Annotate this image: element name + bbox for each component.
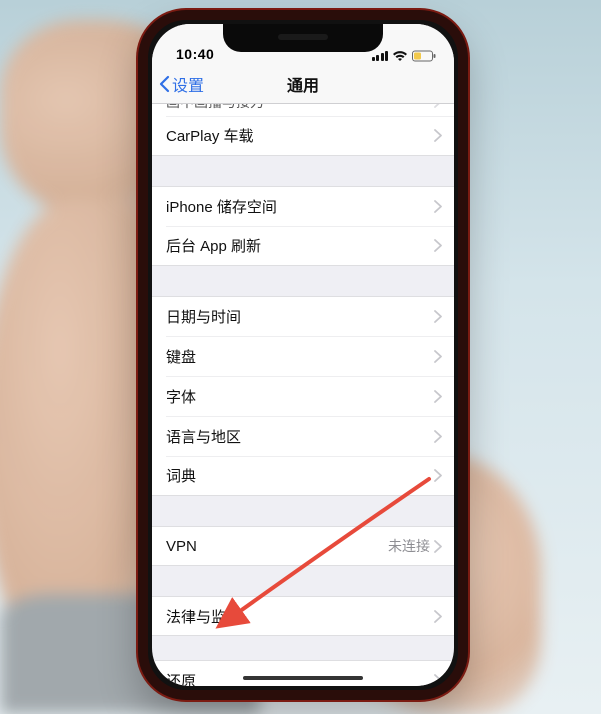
settings-row-background-refresh[interactable]: 后台 App 刷新 xyxy=(152,226,454,266)
settings-row-label: 语言与地区 xyxy=(166,426,434,447)
chevron-right-icon xyxy=(434,430,442,443)
settings-row-label: 键盘 xyxy=(166,346,434,367)
settings-row-label: 词典 xyxy=(166,465,434,486)
wifi-icon xyxy=(392,50,408,62)
settings-row-label: 法律与监管 xyxy=(166,606,434,627)
chevron-right-icon xyxy=(434,200,442,213)
chevron-right-icon xyxy=(434,610,442,623)
settings-row-carplay[interactable]: CarPlay 车载 xyxy=(152,116,454,156)
status-time: 10:40 xyxy=(176,46,214,62)
settings-row-vpn[interactable]: VPN 未连接 xyxy=(152,526,454,566)
settings-group: 法律与监管 xyxy=(152,596,454,636)
settings-row-storage[interactable]: iPhone 储存空间 xyxy=(152,186,454,226)
notch xyxy=(223,24,383,52)
chevron-right-icon xyxy=(434,104,442,108)
settings-group: VPN 未连接 xyxy=(152,526,454,566)
battery-icon xyxy=(412,50,436,62)
home-indicator xyxy=(243,676,363,680)
settings-row-dictionary[interactable]: 词典 xyxy=(152,456,454,496)
chevron-right-icon xyxy=(434,469,442,482)
chevron-left-icon xyxy=(158,75,170,93)
settings-row-label: 后台 App 刷新 xyxy=(166,235,434,256)
settings-row-label: 日期与时间 xyxy=(166,306,434,327)
settings-row-keyboard[interactable]: 键盘 xyxy=(152,336,454,376)
nav-bar: 设置 通用 xyxy=(152,64,454,104)
settings-row-date-time[interactable]: 日期与时间 xyxy=(152,296,454,336)
chevron-right-icon xyxy=(434,350,442,363)
chevron-right-icon xyxy=(434,390,442,403)
settings-row-label: 字体 xyxy=(166,386,434,407)
back-button[interactable]: 设置 xyxy=(158,64,204,103)
phone-screen: 10:40 xyxy=(152,24,454,686)
settings-row-label: 画中画播与接力 xyxy=(166,104,434,112)
chevron-right-icon xyxy=(434,239,442,252)
chevron-right-icon xyxy=(434,674,442,686)
phone-device-frame: 10:40 xyxy=(138,10,468,700)
settings-row-language-region[interactable]: 语言与地区 xyxy=(152,416,454,456)
settings-row-label: CarPlay 车载 xyxy=(166,125,434,146)
settings-group: 还原 关机 xyxy=(152,660,454,686)
settings-row-value: 未连接 xyxy=(388,536,430,556)
chevron-right-icon xyxy=(434,129,442,142)
cellular-signal-icon xyxy=(372,51,389,61)
settings-row-reset[interactable]: 还原 xyxy=(152,660,454,686)
settings-group: 日期与时间 键盘 字体 语言与地区 xyxy=(152,296,454,496)
chevron-right-icon xyxy=(434,540,442,553)
settings-row-label: VPN xyxy=(166,538,388,555)
back-label: 设置 xyxy=(172,72,204,96)
chevron-right-icon xyxy=(434,310,442,323)
settings-row-label: iPhone 储存空间 xyxy=(166,196,434,217)
settings-group: iPhone 储存空间 后台 App 刷新 xyxy=(152,186,454,266)
status-icons xyxy=(372,50,437,62)
settings-list[interactable]: 画中画播与接力 CarPlay 车载 iPhone 储存空间 xyxy=(152,104,454,686)
settings-row-fonts[interactable]: 字体 xyxy=(152,376,454,416)
settings-row-legal[interactable]: 法律与监管 xyxy=(152,596,454,636)
page-title: 通用 xyxy=(287,72,319,96)
settings-row-picture-in-picture[interactable]: 画中画播与接力 xyxy=(152,104,454,116)
settings-group: 画中画播与接力 CarPlay 车载 xyxy=(152,104,454,156)
